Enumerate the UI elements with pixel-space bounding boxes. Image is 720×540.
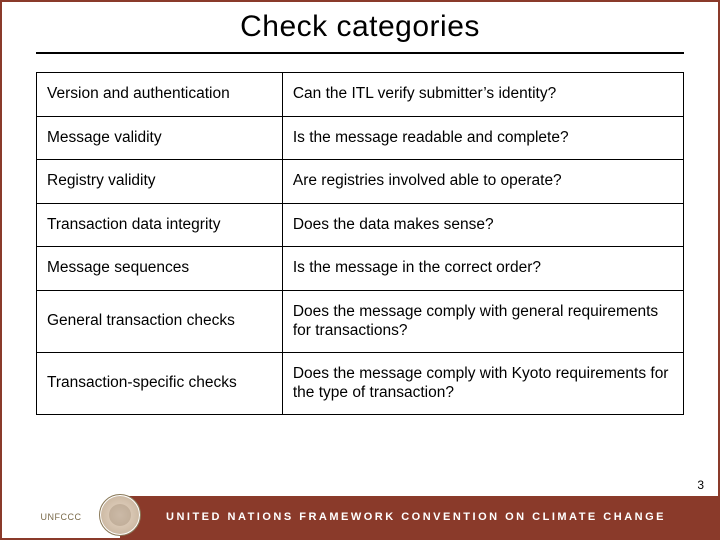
globe-icon <box>99 494 141 536</box>
category-cell: Registry validity <box>37 160 283 204</box>
question-cell: Does the message comply with general req… <box>282 290 683 352</box>
categories-table: Version and authentication Can the ITL v… <box>36 72 684 415</box>
question-cell: Can the ITL verify submitter’s identity? <box>282 73 683 117</box>
footer: UNFCCC UNITED NATIONS FRAMEWORK CONVENTI… <box>2 496 718 538</box>
question-cell: Is the message in the correct order? <box>282 247 683 291</box>
footer-banner: UNITED NATIONS FRAMEWORK CONVENTION ON C… <box>120 496 718 538</box>
table-row: General transaction checks Does the mess… <box>37 290 684 352</box>
table-row: Message sequences Is the message in the … <box>37 247 684 291</box>
table-row: Transaction data integrity Does the data… <box>37 203 684 247</box>
question-cell: Are registries involved able to operate? <box>282 160 683 204</box>
category-cell: Transaction-specific checks <box>37 353 283 415</box>
footer-banner-text: UNITED NATIONS FRAMEWORK CONVENTION ON C… <box>166 511 666 523</box>
table-row: Registry validity Are registries involve… <box>37 160 684 204</box>
slide-body: Version and authentication Can the ITL v… <box>2 54 718 496</box>
page-number: 3 <box>697 478 704 492</box>
table-row: Transaction-specific checks Does the mes… <box>37 353 684 415</box>
slide: Check categories Version and authenticat… <box>0 0 720 540</box>
table-row: Message validity Is the message readable… <box>37 116 684 160</box>
unfccc-logo: UNFCCC <box>41 512 82 522</box>
title-area: Check categories <box>2 2 718 48</box>
slide-title: Check categories <box>2 10 718 44</box>
category-cell: Message sequences <box>37 247 283 291</box>
question-cell: Does the message comply with Kyoto requi… <box>282 353 683 415</box>
category-cell: General transaction checks <box>37 290 283 352</box>
category-cell: Transaction data integrity <box>37 203 283 247</box>
category-cell: Version and authentication <box>37 73 283 117</box>
question-cell: Is the message readable and complete? <box>282 116 683 160</box>
category-cell: Message validity <box>37 116 283 160</box>
question-cell: Does the data makes sense? <box>282 203 683 247</box>
table-row: Version and authentication Can the ITL v… <box>37 73 684 117</box>
